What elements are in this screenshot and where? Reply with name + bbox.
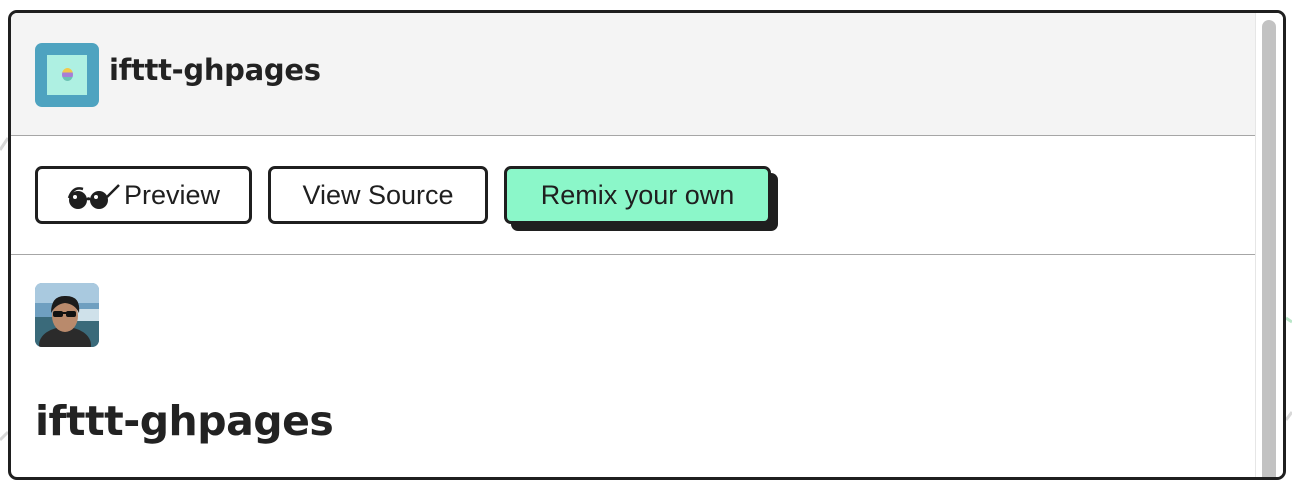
project-panel: ifttt-ghpages Preview View Source Remix … [8,10,1286,480]
remix-label: Remix your own [540,179,735,210]
project-name[interactable]: ifttt-ghpages [109,53,321,87]
preview-label: Preview [123,179,221,210]
scrollbar-track[interactable] [1255,13,1283,477]
project-header: ifttt-ghpages [11,13,1255,136]
action-bar: Preview View Source Remix your own [11,136,1255,255]
remix-button[interactable]: Remix your own [504,166,771,224]
view-source-label: View Source [302,179,454,210]
project-content: ifttt-ghpages [11,255,1255,477]
project-avatar-dot [62,68,73,81]
page-title: ifttt-ghpages [35,397,334,445]
user-photo [35,283,99,347]
user-avatar[interactable] [35,283,99,347]
scrollbar-thumb[interactable] [1262,20,1276,477]
project-avatar[interactable] [35,43,99,107]
preview-button[interactable]: Preview [35,166,252,224]
sunglasses-icon [67,184,120,209]
view-source-button[interactable]: View Source [268,166,488,224]
